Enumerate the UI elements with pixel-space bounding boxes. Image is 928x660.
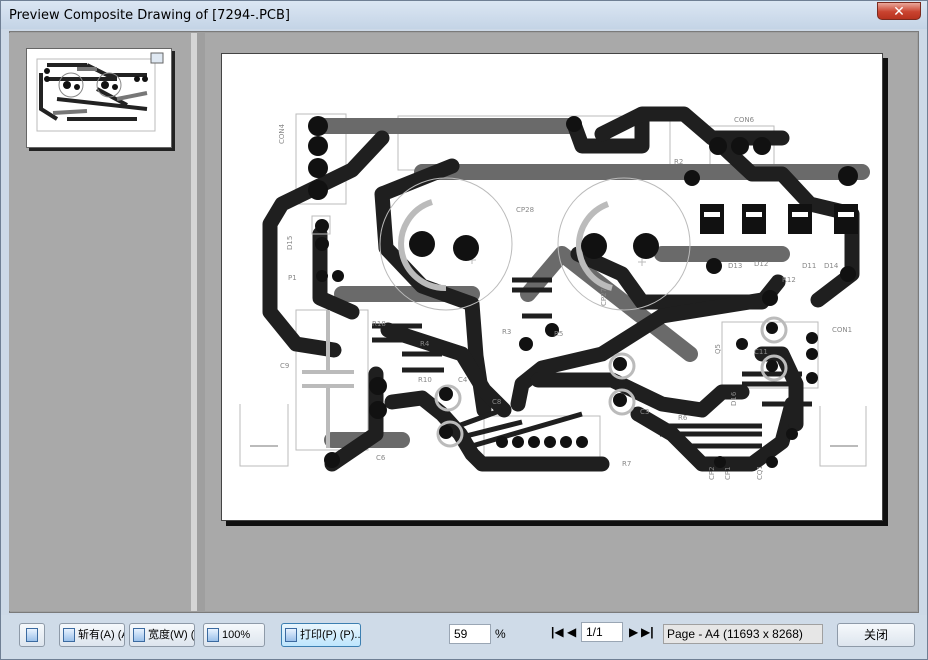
printer-icon bbox=[285, 628, 297, 642]
page-thumbnail[interactable] bbox=[26, 48, 172, 148]
label-d16: D16 bbox=[730, 391, 738, 406]
prev-page-icon[interactable]: ◀ bbox=[567, 625, 576, 639]
label-r12: R12 bbox=[782, 276, 796, 284]
print-page: CON4 CON6 CON1 CP28 CP27 R2 R3 R4 R5 R6 … bbox=[221, 53, 883, 521]
toggle-thumbnails-button[interactable] bbox=[19, 623, 45, 647]
zoom-input[interactable]: 59 bbox=[449, 624, 491, 644]
page-size-info: Page - A4 (11693 x 8268) bbox=[663, 624, 823, 644]
print-button[interactable]: 打印(P) (P)... bbox=[281, 623, 361, 647]
label-r10: R10 bbox=[418, 376, 432, 384]
label-c11: C11 bbox=[754, 348, 768, 356]
label-d13: D13 bbox=[728, 262, 742, 270]
label-cp1: CP1 bbox=[724, 466, 732, 480]
actual-size-button[interactable]: 100% bbox=[203, 623, 265, 647]
label-cp27: CP27 bbox=[600, 288, 608, 306]
label-p1: P1 bbox=[288, 274, 297, 282]
label-r5: R5 bbox=[554, 330, 563, 338]
label-r2: R2 bbox=[674, 158, 683, 166]
close-button[interactable]: 关闭 bbox=[837, 623, 915, 647]
label-con6: CON6 bbox=[734, 116, 755, 124]
page-icon bbox=[63, 628, 75, 642]
fit-width-button[interactable]: 宽度(W) (W bbox=[129, 623, 195, 647]
actual-size-label: 100% bbox=[222, 629, 251, 641]
label-c8: C8 bbox=[492, 398, 501, 406]
window-title: Preview Composite Drawing of [7294-.PCB] bbox=[9, 8, 290, 23]
label-r3: R3 bbox=[502, 328, 511, 336]
label-r18: R18 bbox=[372, 320, 386, 328]
label-d14: D14 bbox=[824, 262, 839, 270]
label-r7: R7 bbox=[622, 460, 631, 468]
next-page-icon[interactable]: ▶ bbox=[629, 625, 638, 639]
preview-pane[interactable]: CON4 CON6 CON1 CP28 CP27 R2 R3 R4 R5 R6 … bbox=[205, 33, 917, 611]
last-page-icon[interactable]: ▶| bbox=[641, 625, 654, 639]
label-con4: CON4 bbox=[278, 123, 286, 144]
page-width-icon bbox=[133, 628, 145, 642]
label-cp28: CP28 bbox=[516, 206, 534, 214]
label-d11: D11 bbox=[802, 262, 816, 270]
zoom-unit: % bbox=[495, 627, 506, 641]
label-d15: D15 bbox=[286, 236, 294, 250]
label-con1: CON1 bbox=[832, 326, 852, 334]
fit-all-button[interactable]: 斩有(A) (A bbox=[59, 623, 125, 647]
title-bar[interactable]: Preview Composite Drawing of [7294-.PCB]… bbox=[1, 1, 927, 29]
window-close-button[interactable]: ✕ bbox=[877, 2, 921, 20]
actual-size-icon bbox=[207, 628, 219, 642]
panel-icon bbox=[26, 628, 38, 642]
page-number-input[interactable]: 1/1 bbox=[581, 622, 623, 642]
label-c4: C4 bbox=[458, 376, 468, 384]
label-q5: Q5 bbox=[714, 344, 722, 354]
label-c3: C3 bbox=[640, 408, 649, 416]
label-c9: C9 bbox=[280, 362, 289, 370]
thumbnail-image bbox=[36, 52, 164, 132]
label-r4: R4 bbox=[420, 340, 430, 348]
label-c6: C6 bbox=[376, 454, 386, 462]
label-r6: R6 bbox=[678, 414, 688, 422]
label-cq1: CQ1 bbox=[756, 465, 764, 480]
preview-window: Preview Composite Drawing of [7294-.PCB]… bbox=[0, 0, 928, 660]
label-d12: D12 bbox=[754, 260, 768, 268]
first-page-icon[interactable]: |◀ bbox=[551, 625, 564, 639]
silk-c9 bbox=[295, 309, 369, 451]
print-label: 打印(P) (P)... bbox=[300, 629, 361, 641]
fit-width-label: 宽度(W) (W bbox=[148, 629, 195, 641]
fit-all-label: 斩有(A) (A bbox=[78, 629, 125, 641]
thumbnail-pane[interactable] bbox=[9, 33, 197, 611]
label-cp2: CP2 bbox=[708, 466, 716, 480]
pcb-drawing: CON4 CON6 CON1 CP28 CP27 R2 R3 R4 R5 R6 … bbox=[239, 106, 870, 480]
bottom-toolbar: 斩有(A) (A 宽度(W) (W 100% 打印(P) (P)... 59 %… bbox=[1, 615, 927, 659]
